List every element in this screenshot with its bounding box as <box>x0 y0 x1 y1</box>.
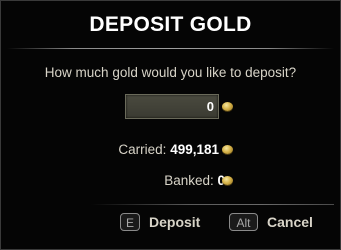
cancel-button-label: Cancel <box>267 214 313 230</box>
gold-amount-input[interactable] <box>125 94 219 119</box>
gold-coin-icon <box>222 145 233 154</box>
dialog-title: DEPOSIT GOLD <box>89 13 252 36</box>
keybind-e: E <box>120 213 140 231</box>
banked-gold: Banked: 0 <box>164 173 225 188</box>
deposit-button-label: Deposit <box>149 214 201 230</box>
footer-divider <box>91 204 334 205</box>
gold-coin-icon <box>222 102 233 111</box>
carried-value: 499,181 <box>170 142 219 157</box>
deposit-prompt: How much gold would you like to deposit? <box>44 65 297 80</box>
title-divider <box>7 48 334 49</box>
deposit-gold-dialog: DEPOSIT GOLD How much gold would you lik… <box>0 0 341 250</box>
keybind-alt: Alt <box>229 213 258 231</box>
banked-label: Banked: <box>164 173 218 188</box>
deposit-button[interactable]: E Deposit <box>120 211 200 233</box>
carried-label: Carried: <box>118 142 171 157</box>
carried-gold: Carried: 499,181 <box>118 142 219 157</box>
gold-coin-icon <box>222 176 233 185</box>
cancel-button[interactable]: Alt Cancel <box>229 211 313 233</box>
